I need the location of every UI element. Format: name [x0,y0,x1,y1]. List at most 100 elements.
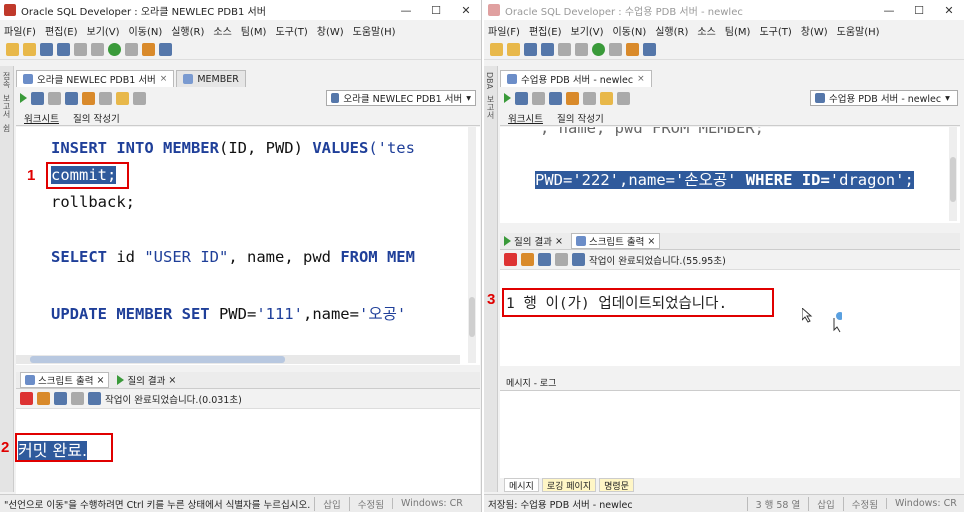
clear-icon[interactable] [116,91,129,105]
tab-script-output[interactable]: 스크립트 출력 × [20,372,110,388]
new-file-icon[interactable] [6,43,19,56]
sub-tab-query-builder[interactable]: 질의 작성기 [557,111,604,125]
close-icon[interactable]: ✕ [934,4,964,17]
menu-source[interactable]: 소스 [213,23,231,38]
open-folder-icon[interactable] [23,43,36,56]
print-icon[interactable] [555,253,568,266]
left-editor-hscroll[interactable] [16,355,460,364]
search-db-icon[interactable] [159,43,172,56]
commit-icon[interactable] [566,91,579,105]
menu-window[interactable]: 창(W) [801,23,828,38]
forward-icon[interactable] [609,43,622,56]
save-all-icon[interactable] [57,43,70,56]
pin-icon[interactable] [20,392,33,405]
new-file-icon[interactable] [490,43,503,56]
run-statement-icon[interactable] [504,93,511,103]
maximize-icon[interactable]: ☐ [421,4,451,17]
close-icon[interactable]: ✕ [451,4,481,17]
autotrace-icon[interactable] [532,91,545,105]
side-dba-label[interactable]: DBA [485,72,494,89]
menu-view[interactable]: 보기(V) [87,23,120,38]
tab-class-pdb[interactable]: 수업용 PDB 서버 - newlec × [500,70,652,87]
sub-tab-query-builder[interactable]: 질의 작성기 [73,111,120,125]
menu-file[interactable]: 파일(F) [488,23,520,38]
right-connection-select[interactable]: 수업용 PDB 서버 - newlec ▾ [810,90,958,106]
sub-tab-worksheet[interactable]: 워크시트 [24,111,59,125]
run-statement-icon[interactable] [20,93,27,103]
scroll-thumb[interactable] [950,157,956,202]
menu-navigate[interactable]: 이동(N) [129,23,163,38]
run-script-icon[interactable] [31,91,44,105]
rollback-icon[interactable] [99,91,112,105]
tab-close-icon[interactable]: × [160,74,168,84]
find-icon[interactable] [88,392,101,405]
menu-run[interactable]: 실행(R) [171,23,204,38]
search-db-icon[interactable] [643,43,656,56]
right-sql-editor[interactable]: , name, pwd FROM MEMBER; PWD='222',name=… [500,127,960,223]
menu-help[interactable]: 도움말(H) [353,23,396,38]
run-menu-icon[interactable] [142,43,155,56]
menu-help[interactable]: 도움말(H) [837,23,880,38]
menu-team[interactable]: 팀(M) [241,23,267,38]
minimize-icon[interactable]: — [874,4,904,17]
back-icon[interactable] [108,43,121,56]
scroll-thumb[interactable] [30,356,285,363]
menu-edit[interactable]: 편집(E) [45,23,78,38]
save-all-icon[interactable] [541,43,554,56]
history-icon[interactable] [617,91,630,105]
menu-view[interactable]: 보기(V) [571,23,604,38]
save-icon[interactable] [40,43,53,56]
tab-member[interactable]: MEMBER [176,70,246,87]
message-log-area[interactable] [500,390,960,478]
tab-script-output[interactable]: 스크립트 출력 × [570,233,661,249]
tab-close-icon[interactable]: × [637,74,645,84]
history-icon[interactable] [133,91,146,105]
redo-icon[interactable] [91,43,104,56]
tab-newlec-pdb1[interactable]: 오라클 NEWLEC PDB1 서버 × [16,70,175,87]
explain-plan-icon[interactable] [549,91,562,105]
run-menu-icon[interactable] [626,43,639,56]
clear-icon[interactable] [600,91,613,105]
log-tab-messages[interactable]: 메시지 [504,478,539,492]
minimize-icon[interactable]: — [391,4,421,17]
find-icon[interactable] [572,253,585,266]
pin-icon[interactable] [504,253,517,266]
right-output-area[interactable]: 1 행 이(가) 업데이트되었습니다. [500,270,960,366]
log-tab-statements[interactable]: 명령문 [599,478,634,492]
left-editor-vscroll[interactable] [468,127,476,363]
save-icon[interactable] [524,43,537,56]
run-script-icon[interactable] [515,91,528,105]
tab-query-result[interactable]: 질의 결과 × [504,234,563,248]
log-tab-logging[interactable]: 로깅 페이지 [541,478,597,492]
save-output-icon[interactable] [538,253,551,266]
side-connections-label[interactable]: 접속 [1,72,12,88]
autotrace-icon[interactable] [48,91,61,105]
commit-icon[interactable] [82,91,95,105]
eraser-icon[interactable] [37,392,50,405]
save-output-icon[interactable] [54,392,67,405]
explain-plan-icon[interactable] [65,91,78,105]
redo-icon[interactable] [575,43,588,56]
menu-run[interactable]: 실행(R) [655,23,688,38]
menu-window[interactable]: 창(W) [317,23,344,38]
sub-tab-worksheet[interactable]: 워크시트 [508,111,543,125]
back-icon[interactable] [592,43,605,56]
menu-file[interactable]: 파일(F) [4,23,36,38]
left-connection-select[interactable]: 오라클 NEWLEC PDB1 서버 ▾ [326,90,476,106]
undo-icon[interactable] [558,43,571,56]
menu-navigate[interactable]: 이동(N) [613,23,647,38]
menu-edit[interactable]: 편집(E) [529,23,562,38]
scroll-thumb[interactable] [469,297,475,337]
side-snippets-label[interactable]: 쉼 [1,124,12,132]
tab-query-result[interactable]: 질의 결과 × [117,373,176,387]
rollback-icon[interactable] [583,91,596,105]
open-folder-icon[interactable] [507,43,520,56]
eraser-icon[interactable] [521,253,534,266]
undo-icon[interactable] [74,43,87,56]
forward-icon[interactable] [125,43,138,56]
menu-source[interactable]: 소스 [697,23,715,38]
right-editor-vscroll[interactable] [949,127,957,221]
maximize-icon[interactable]: ☐ [904,4,934,17]
menu-team[interactable]: 팀(M) [725,23,751,38]
side-reports-label[interactable]: 보고서 [1,94,12,118]
